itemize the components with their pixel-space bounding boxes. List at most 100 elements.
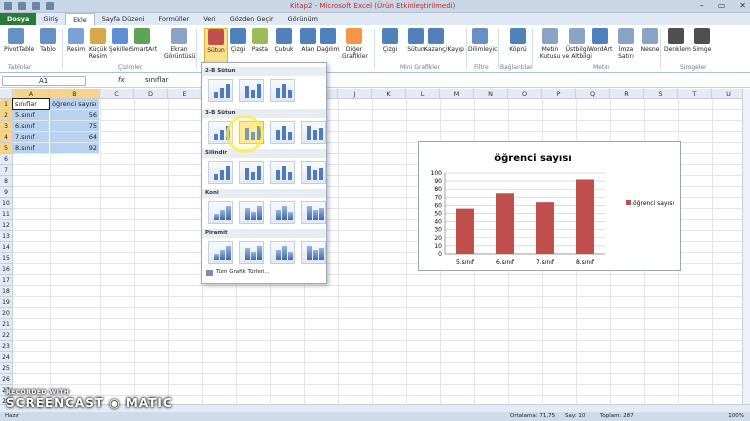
zoom-level[interactable]: 100% xyxy=(728,412,744,421)
row-header-13[interactable]: 13 xyxy=(0,231,13,242)
row-header-24[interactable]: 24 xyxy=(0,352,13,363)
chart-subtype-icon[interactable] xyxy=(239,161,264,184)
row-header-4[interactable]: 4 xyxy=(0,132,13,143)
row-header-25[interactable]: 25 xyxy=(0,363,13,374)
tab-giris[interactable]: Giriş xyxy=(36,13,65,25)
ribbon-button-6[interactable]: Ekran Görüntüsü xyxy=(164,28,195,60)
chart-subtype-icon[interactable] xyxy=(208,201,233,224)
close-button[interactable]: ✕ xyxy=(739,1,746,10)
ribbon-button-14[interactable]: Çizgi xyxy=(378,28,402,53)
tab-gorunum[interactable]: Görünüm xyxy=(281,13,325,25)
chart-subtype-icon[interactable] xyxy=(270,201,295,224)
table-cell[interactable]: 6.sınıf xyxy=(13,121,49,131)
chart-subtype-icon[interactable] xyxy=(301,201,326,224)
chart-subtype-icon[interactable] xyxy=(270,241,295,264)
table-cell[interactable]: 64 xyxy=(50,132,99,142)
chart-subtype-icon[interactable] xyxy=(301,161,326,184)
column-header-C[interactable]: C xyxy=(100,89,134,99)
column-header-A[interactable]: A xyxy=(13,89,50,99)
column-header-M[interactable]: M xyxy=(440,89,474,99)
tab-formuller[interactable]: Formüller xyxy=(152,13,197,25)
chart-subtype-icon[interactable] xyxy=(208,241,233,264)
row-header-2[interactable]: 2 xyxy=(0,110,13,121)
row-header-7[interactable]: 7 xyxy=(0,165,13,176)
column-header-O[interactable]: O xyxy=(508,89,542,99)
table-cell[interactable]: 56 xyxy=(50,110,99,120)
table-cell[interactable]: 8.sınıf xyxy=(13,143,49,153)
tab-sayfa-duzeni[interactable]: Sayfa Düzeni xyxy=(95,13,152,25)
ribbon-button-1[interactable]: Tablo xyxy=(36,28,60,53)
row-header-9[interactable]: 9 xyxy=(0,187,13,198)
ribbon-button-24[interactable]: Denklem xyxy=(664,28,691,53)
row-header-11[interactable]: 11 xyxy=(0,209,13,220)
ribbon-button-9[interactable]: Pasta xyxy=(248,28,272,53)
table-cell[interactable]: öğrenci sayısı xyxy=(50,99,99,109)
chart-subtype-icon[interactable] xyxy=(208,79,233,102)
chart-subtype-icon[interactable] xyxy=(239,201,264,224)
row-header-10[interactable]: 10 xyxy=(0,198,13,209)
tab-ekle[interactable]: Ekle xyxy=(65,13,95,25)
column-header-T[interactable]: T xyxy=(678,89,712,99)
ribbon-button-16[interactable]: Kazanç/Kayıp xyxy=(424,28,464,53)
chart-subtype-icon[interactable] xyxy=(208,161,233,184)
ribbon-button-21[interactable]: WordArt xyxy=(588,28,612,53)
column-header-N[interactable]: N xyxy=(474,89,508,99)
row-header-14[interactable]: 14 xyxy=(0,242,13,253)
column-chart[interactable]: öğrenci sayısı 0 10 20 30 40 50 60 70 80 90 100 5.sı… xyxy=(418,141,681,271)
fx-icon[interactable]: fx xyxy=(118,76,125,84)
column-header-L[interactable]: L xyxy=(406,89,440,99)
tab-veri[interactable]: Veri xyxy=(196,13,222,25)
chart-subtype-icon[interactable] xyxy=(301,241,326,264)
ribbon-button-22[interactable]: İmza Satırı xyxy=(614,28,638,60)
undo-icon[interactable] xyxy=(32,2,40,10)
tab-dosya[interactable]: Dosya xyxy=(0,13,37,25)
ribbon-button-12[interactable]: Dağılım xyxy=(316,28,340,53)
redo-icon[interactable] xyxy=(46,2,54,10)
formula-input[interactable]: sınıflar xyxy=(145,76,169,84)
ribbon-button-18[interactable]: Köprü xyxy=(506,28,530,53)
row-header-8[interactable]: 8 xyxy=(0,176,13,187)
ribbon-button-5[interactable]: SmartArt xyxy=(130,28,157,53)
chart-subtype-icon[interactable] xyxy=(301,121,326,144)
chart-subtype-icon[interactable] xyxy=(239,241,264,264)
chart-subtype-icon[interactable] xyxy=(239,79,264,102)
table-cell[interactable]: sınıflar xyxy=(12,98,50,110)
column-header-B[interactable]: B xyxy=(50,89,100,99)
row-header-23[interactable]: 23 xyxy=(0,341,13,352)
chart-subtype-icon[interactable] xyxy=(270,79,295,102)
column-header-K[interactable]: K xyxy=(372,89,406,99)
chart-subtype-icon[interactable] xyxy=(270,161,295,184)
maximize-button[interactable]: ▭ xyxy=(718,1,726,10)
row-header-1[interactable]: 1 xyxy=(0,99,13,110)
column-header-D[interactable]: D xyxy=(134,89,168,99)
row-header-3[interactable]: 3 xyxy=(0,121,13,132)
ribbon-button-23[interactable]: Nesne xyxy=(638,28,662,53)
ribbon-button-19[interactable]: Metin Kutusu xyxy=(538,28,562,60)
row-header-16[interactable]: 16 xyxy=(0,264,13,275)
column-header-P[interactable]: P xyxy=(542,89,576,99)
row-header-21[interactable]: 21 xyxy=(0,319,13,330)
row-header-18[interactable]: 18 xyxy=(0,286,13,297)
ribbon-button-25[interactable]: Simge xyxy=(690,28,714,53)
ribbon-button-13[interactable]: Diğer Grafikler xyxy=(342,28,368,60)
name-box[interactable]: A1 xyxy=(2,76,86,86)
row-header-15[interactable]: 15 xyxy=(0,253,13,264)
all-chart-types-link[interactable]: Tüm Grafik Türleri... xyxy=(216,269,270,275)
row-header-22[interactable]: 22 xyxy=(0,330,13,341)
vertical-scrollbar[interactable] xyxy=(742,89,750,404)
table-cell[interactable]: 75 xyxy=(50,121,99,131)
column-header-U[interactable]: U xyxy=(712,89,742,99)
row-header-19[interactable]: 19 xyxy=(0,297,13,308)
column-header-R[interactable]: R xyxy=(610,89,644,99)
ribbon-button-7[interactable]: Sütun xyxy=(204,28,228,64)
ribbon-button-8[interactable]: Çizgi xyxy=(226,28,250,53)
ribbon-button-0[interactable]: PivotTable xyxy=(4,28,34,53)
table-cell[interactable]: 92 xyxy=(50,143,99,153)
column-header-E[interactable]: E xyxy=(168,89,202,99)
chart-subtype-icon[interactable] xyxy=(270,121,295,144)
ribbon-button-10[interactable]: Çubuk xyxy=(272,28,296,53)
row-header-20[interactable]: 20 xyxy=(0,308,13,319)
minimize-button[interactable]: – xyxy=(700,1,704,10)
select-all-corner[interactable] xyxy=(0,89,13,99)
ribbon-button-3[interactable]: Küçük Resim xyxy=(86,28,110,60)
